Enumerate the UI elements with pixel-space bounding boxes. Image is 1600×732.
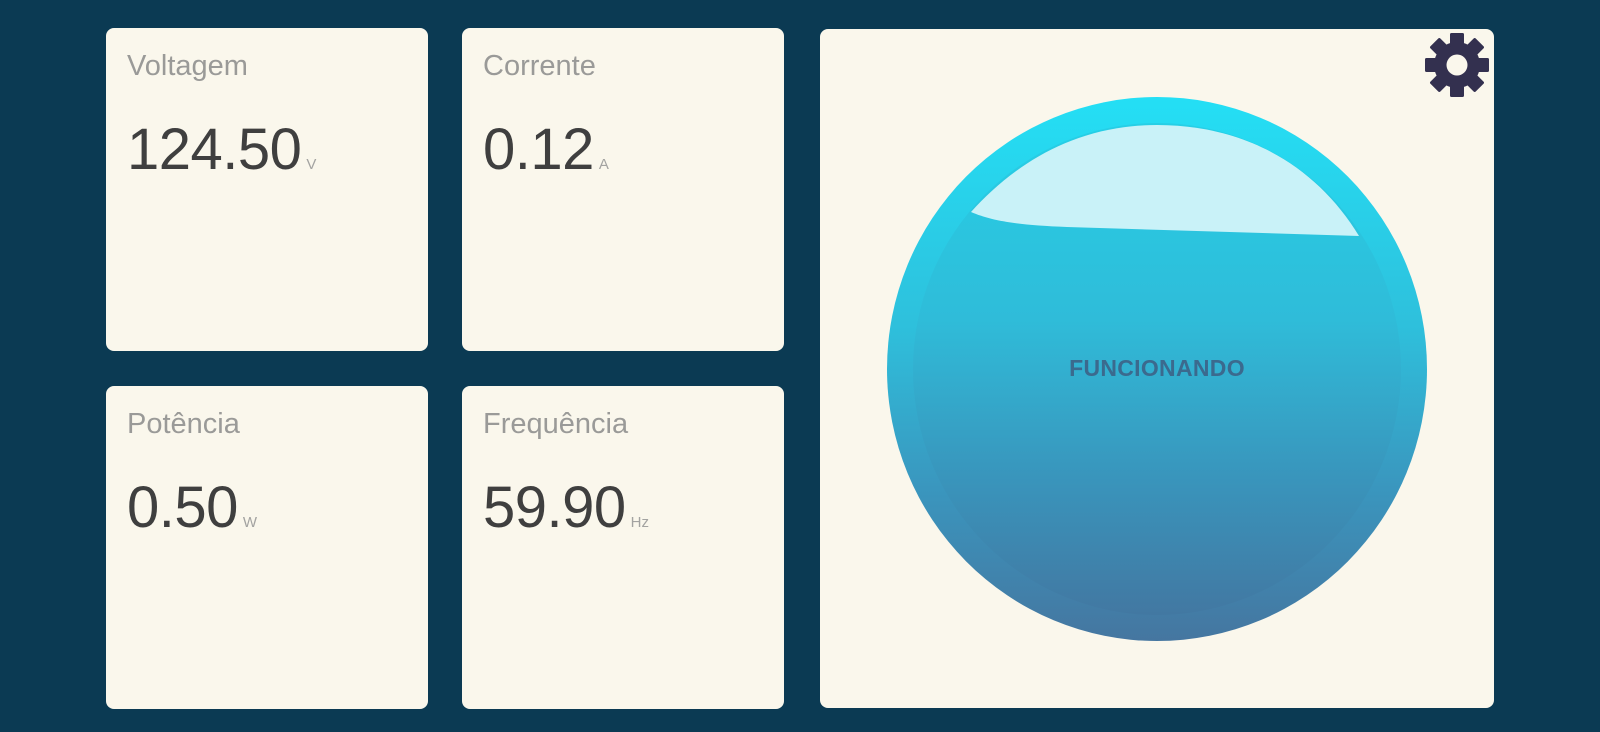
- status-indicator: FUNCIONANDO: [887, 97, 1427, 641]
- gear-icon: [1425, 33, 1489, 97]
- frequency-value: 59.90: [483, 475, 626, 540]
- power-card: Potência 0.50 W: [106, 386, 428, 709]
- status-panel: FUNCIONANDO: [820, 29, 1494, 708]
- voltage-unit: V: [306, 156, 317, 173]
- current-card: Corrente 0.12 A: [462, 28, 784, 351]
- status-text: FUNCIONANDO: [1069, 355, 1245, 381]
- settings-button[interactable]: [1423, 31, 1491, 99]
- frequency-unit: Hz: [630, 514, 649, 531]
- voltage-value: 124.50: [127, 117, 302, 182]
- power-value: 0.50: [127, 475, 238, 540]
- current-reading: 0.12 A: [483, 116, 609, 183]
- voltage-reading: 124.50 V: [127, 116, 316, 183]
- frequency-label: Frequência: [483, 408, 629, 440]
- current-value: 0.12: [483, 117, 594, 182]
- power-unit: W: [242, 514, 258, 531]
- current-unit: A: [598, 156, 609, 173]
- voltage-label: Voltagem: [127, 50, 248, 82]
- voltage-card: Voltagem 124.50 V: [106, 28, 428, 351]
- power-reading: 0.50 W: [127, 474, 257, 541]
- frequency-card: Frequência 59.90 Hz: [462, 386, 784, 709]
- frequency-reading: 59.90 Hz: [483, 474, 649, 541]
- current-label: Corrente: [483, 50, 596, 82]
- power-label: Potência: [127, 408, 240, 440]
